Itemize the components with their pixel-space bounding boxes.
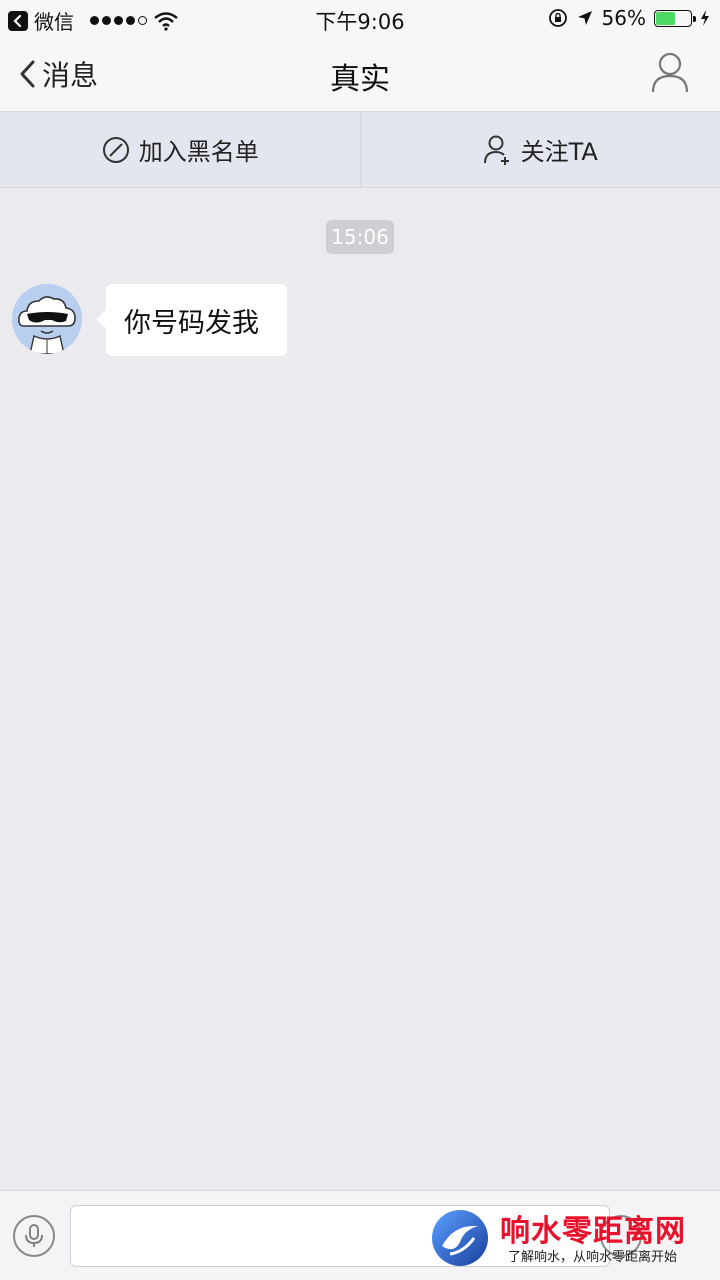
- follow-label: 关注TA: [520, 138, 598, 166]
- battery-level: [656, 11, 676, 25]
- location-arrow-icon: [577, 11, 592, 25]
- charging-bolt-icon: [701, 10, 709, 26]
- battery-icon: [654, 9, 696, 27]
- message-text: 你号码发我: [124, 307, 259, 339]
- watermark-subtitle: 了解响水，从响水零距离开始: [508, 1250, 678, 1265]
- page-title: 真实: [330, 62, 390, 97]
- status-bar: 微信 下午9:06 56%: [0, 0, 720, 36]
- voice-input-button[interactable]: [13, 1215, 55, 1257]
- follow-button[interactable]: 关注TA: [359, 112, 720, 187]
- user-profile-icon: [651, 52, 689, 93]
- site-logo-icon: [432, 1210, 488, 1266]
- status-right: 56%: [548, 6, 710, 30]
- battery-percent: 56%: [601, 6, 646, 30]
- rotation-lock-icon: [548, 9, 567, 27]
- add-to-blacklist-button[interactable]: 加入黑名单: [0, 112, 360, 187]
- watermark-title: 响水零距离网: [500, 1214, 686, 1249]
- block-icon: [102, 136, 129, 163]
- microphone-icon: [25, 1224, 43, 1247]
- message-row: 你号码发我: [12, 284, 287, 356]
- add-to-blacklist-label: 加入黑名单: [138, 138, 259, 166]
- action-bar: 加入黑名单 关注TA: [0, 111, 720, 188]
- avatar[interactable]: [12, 284, 82, 354]
- message-bubble[interactable]: 你号码发我: [96, 284, 287, 356]
- profile-button[interactable]: [650, 50, 690, 98]
- message-timestamp: 15:06: [326, 220, 394, 254]
- add-user-icon: [483, 135, 509, 165]
- nav-bar: 消息 真实: [0, 36, 720, 111]
- site-watermark: 响水零距离网 了解响水，从响水零距离开始: [430, 1206, 715, 1270]
- cloud-sunglasses-avatar-icon: [12, 284, 82, 354]
